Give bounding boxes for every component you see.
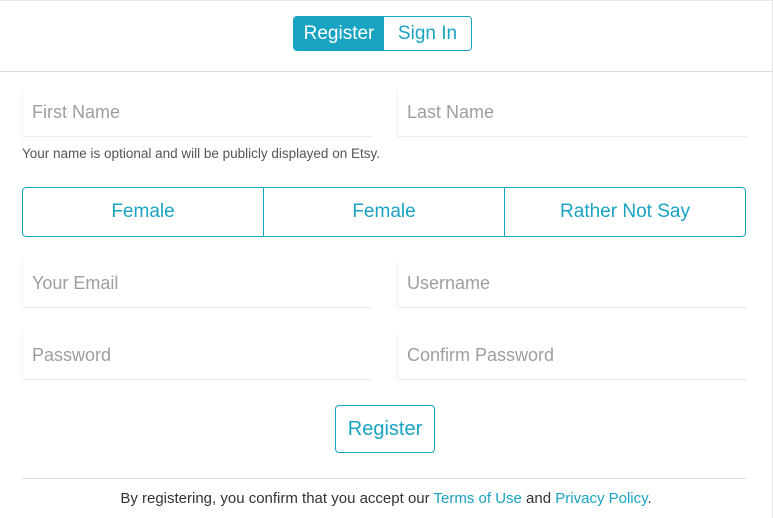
- last-name-input[interactable]: [398, 89, 747, 136]
- gender-option-female-2[interactable]: Female: [263, 188, 504, 236]
- auth-mode-toggle: Register Sign In: [293, 16, 472, 51]
- footer-divider: [22, 478, 747, 479]
- password-field: [22, 332, 372, 380]
- name-helper-text: Your name is optional and will be public…: [22, 146, 380, 161]
- first-name-input[interactable]: [23, 89, 372, 136]
- email-field: [22, 260, 372, 308]
- legal-text-before: By registering, you confirm that you acc…: [120, 490, 434, 507]
- gender-option-female[interactable]: Female: [23, 188, 263, 236]
- username-input[interactable]: [398, 260, 747, 307]
- legal-notice: By registering, you confirm that you acc…: [0, 490, 772, 507]
- gender-selector: Female Female Rather Not Say: [22, 187, 746, 237]
- email-input[interactable]: [23, 260, 372, 307]
- username-field: [397, 260, 747, 308]
- last-name-field: [397, 89, 747, 137]
- password-input[interactable]: [23, 332, 372, 379]
- legal-text-after: .: [647, 490, 652, 507]
- privacy-policy-link[interactable]: Privacy Policy: [555, 490, 647, 507]
- auth-header: Register Sign In: [0, 0, 772, 72]
- confirm-password-input[interactable]: [398, 332, 747, 379]
- tab-register[interactable]: Register: [294, 17, 384, 50]
- tab-sign-in[interactable]: Sign In: [384, 17, 471, 50]
- gender-option-rather-not-say[interactable]: Rather Not Say: [504, 188, 745, 236]
- legal-text-middle: and: [521, 490, 556, 507]
- terms-of-use-link[interactable]: Terms of Use: [434, 490, 522, 507]
- register-submit-button[interactable]: Register: [335, 405, 435, 453]
- confirm-password-field: [397, 332, 747, 380]
- first-name-field: [22, 89, 372, 137]
- register-page: Register Sign In Your name is optional a…: [0, 0, 773, 518]
